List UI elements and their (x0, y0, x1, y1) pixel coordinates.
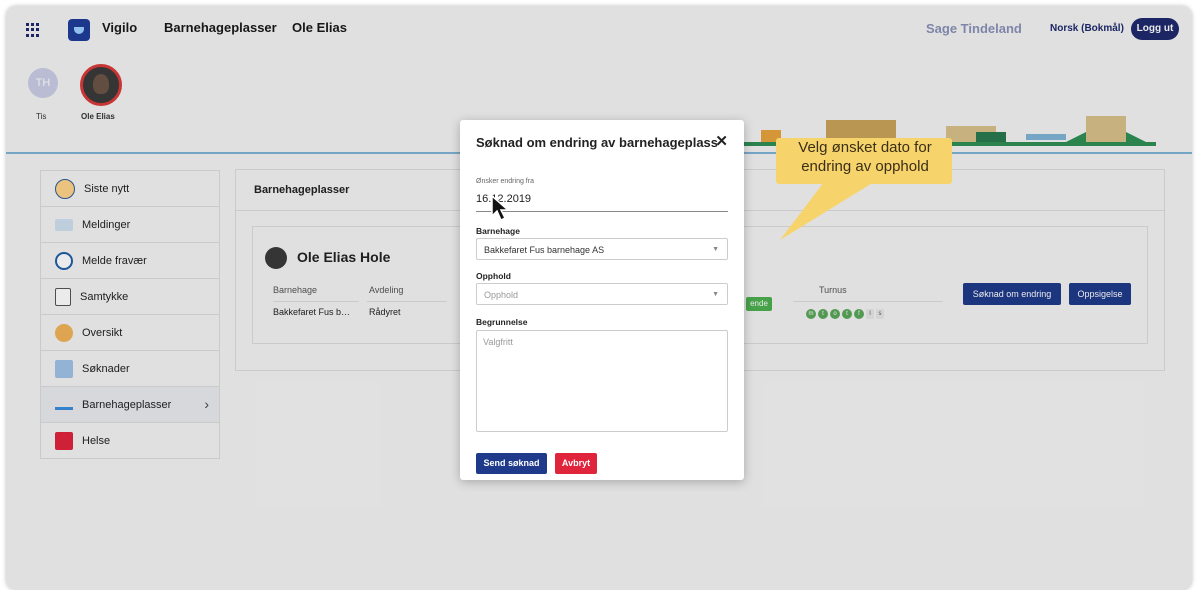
change-request-dialog: Søknad om endring av barnehageplass ✕ Øn… (460, 120, 744, 480)
opphold-label: Opphold (476, 271, 511, 281)
callout-text: Velg ønsket dato for endring av opphold (798, 139, 932, 175)
send-application-button[interactable]: Send søknad (476, 453, 547, 474)
begrunnelse-placeholder: Valgfritt (483, 337, 513, 347)
date-field-label: Ønsker endring fra (476, 178, 534, 185)
begrunnelse-textarea[interactable]: Valgfritt (476, 330, 728, 432)
begrunnelse-label: Begrunnelse (476, 317, 528, 327)
chevron-down-icon: ▼ (712, 246, 719, 253)
page: Vigilo Barnehageplasser Ole Elias Sage T… (6, 6, 1192, 590)
dialog-title: Søknad om endring av barnehageplass (476, 135, 719, 150)
barnehage-label: Barnehage (476, 226, 520, 236)
app-window: Vigilo Barnehageplasser Ole Elias Sage T… (6, 6, 1192, 590)
mouse-cursor-icon (491, 194, 510, 222)
chevron-down-icon: ▼ (712, 291, 719, 298)
barnehage-select[interactable]: Bakkefaret Fus barnehage AS ▼ (476, 238, 728, 260)
opphold-select[interactable]: Opphold ▼ (476, 283, 728, 305)
date-field-underline (476, 211, 728, 212)
barnehage-select-value: Bakkefaret Fus barnehage AS (484, 245, 605, 255)
close-icon[interactable]: ✕ (715, 132, 728, 150)
cancel-button[interactable]: Avbryt (555, 453, 597, 474)
opphold-select-placeholder: Opphold (484, 290, 519, 300)
